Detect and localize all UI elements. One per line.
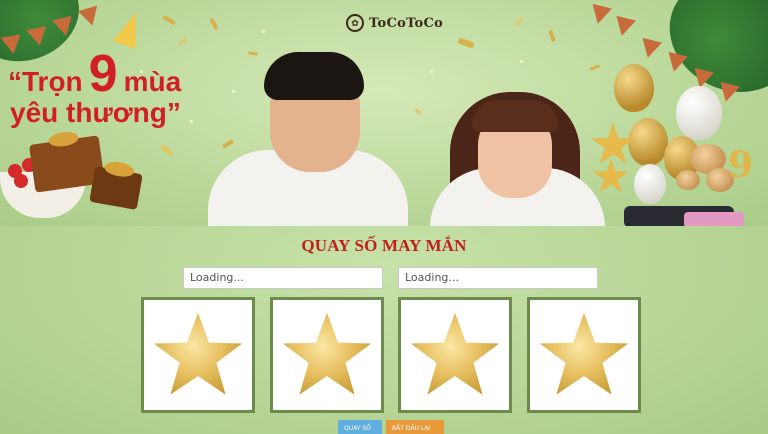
prize-card-3[interactable] bbox=[398, 297, 512, 413]
gold-star-balloon-icon bbox=[410, 312, 500, 395]
gold-star-balloon-icon bbox=[153, 312, 243, 395]
name-field-1[interactable]: Loading... bbox=[183, 267, 383, 289]
slogan-tron-word: Trọn bbox=[22, 66, 83, 97]
spin-button[interactable]: QUAY SỐ bbox=[338, 420, 382, 434]
lottery-section bbox=[0, 226, 768, 434]
party-hat-icon bbox=[112, 8, 148, 50]
promo-banner: “Trọn 9 mùa yêu thương” ✿ ToCoToCo 9 bbox=[0, 0, 768, 226]
reset-button[interactable]: BẮT ĐẦU LẠI bbox=[386, 420, 444, 434]
prize-card-1[interactable] bbox=[141, 297, 255, 413]
gold-balloon-icon bbox=[628, 118, 668, 166]
phone-prize-image bbox=[684, 212, 744, 226]
page-title: QUAY SỐ MAY MẮN bbox=[301, 236, 467, 255]
slogan-nine: 9 bbox=[88, 45, 118, 103]
logo-text: ToCoToCo bbox=[369, 15, 444, 31]
prize-card-4[interactable] bbox=[527, 297, 641, 413]
pastry-image bbox=[676, 170, 700, 190]
big-nine-candle: 9 bbox=[728, 144, 754, 186]
gold-balloon-icon bbox=[614, 64, 654, 112]
white-balloon-icon bbox=[676, 86, 722, 140]
slogan-tron: “ bbox=[8, 66, 22, 97]
brand-logo: ✿ ToCoToCo bbox=[346, 14, 443, 32]
white-balloon-icon bbox=[634, 164, 666, 204]
prize-card-2[interactable] bbox=[270, 297, 384, 413]
gold-star-icon bbox=[592, 158, 630, 193]
name-field-2[interactable]: Loading... bbox=[398, 267, 598, 289]
slogan-line2: yêu thương” bbox=[10, 97, 181, 128]
gold-star-balloon-icon bbox=[282, 312, 372, 395]
gift-box-icon bbox=[89, 159, 143, 210]
gold-star-balloon-icon bbox=[539, 312, 629, 395]
logo-mark-icon: ✿ bbox=[346, 14, 364, 32]
slogan-mua: mùa bbox=[123, 66, 182, 97]
banner-slogan: “Trọn 9 mùa yêu thương” bbox=[8, 45, 228, 128]
